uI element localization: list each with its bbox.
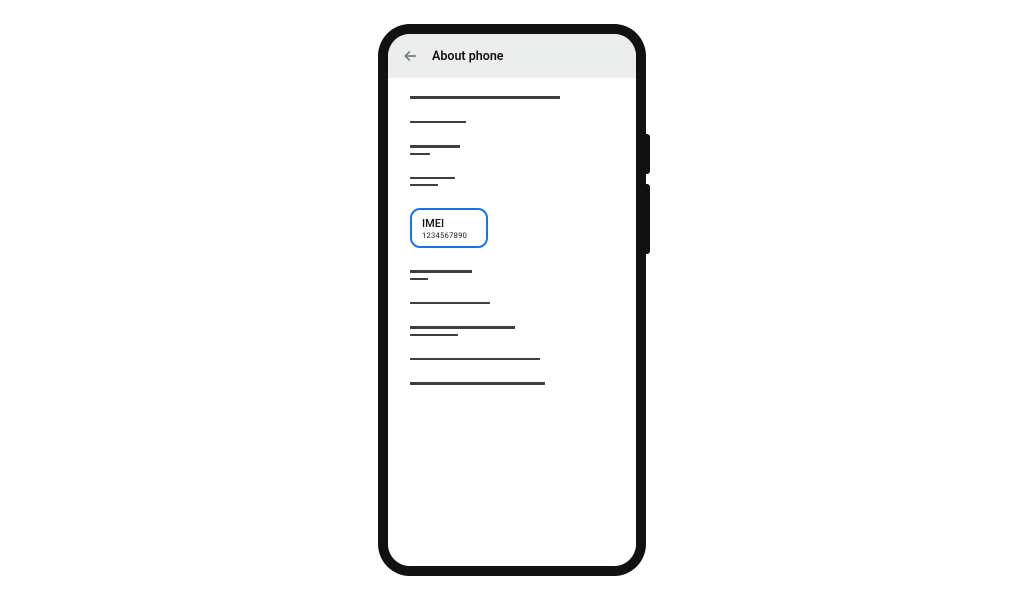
placeholder-line — [410, 121, 466, 124]
app-header: About phone — [388, 34, 636, 78]
list-item[interactable] — [410, 145, 614, 155]
placeholder-line — [410, 382, 545, 385]
placeholder-line — [410, 96, 560, 99]
imei-label: IMEI — [422, 217, 476, 230]
list-item[interactable] — [410, 302, 614, 305]
placeholder-line — [410, 358, 540, 361]
settings-content: IMEI 1234567890 — [388, 78, 636, 566]
list-item[interactable] — [410, 326, 614, 336]
list-item[interactable] — [410, 382, 614, 385]
imei-highlight-box[interactable]: IMEI 1234567890 — [410, 208, 488, 248]
placeholder-line — [410, 278, 428, 280]
list-item[interactable] — [410, 270, 614, 280]
placeholder-line — [410, 177, 455, 180]
phone-side-button-large — [646, 184, 650, 254]
placeholder-line — [410, 145, 460, 148]
imei-value: 1234567890 — [422, 231, 476, 240]
list-item[interactable] — [410, 358, 614, 361]
placeholder-line — [410, 153, 430, 155]
placeholder-line — [410, 270, 472, 273]
list-item[interactable] — [410, 177, 614, 187]
placeholder-line — [410, 302, 490, 305]
phone-side-button-small — [646, 134, 650, 174]
placeholder-line — [410, 184, 438, 186]
placeholder-line — [410, 326, 515, 329]
placeholder-line — [410, 334, 458, 336]
back-arrow-icon[interactable] — [402, 48, 418, 64]
phone-frame: About phone IMEI 1234567890 — [378, 24, 646, 576]
page-title: About phone — [432, 49, 504, 64]
list-item[interactable] — [410, 96, 614, 99]
list-item[interactable] — [410, 121, 614, 124]
phone-screen: About phone IMEI 1234567890 — [388, 34, 636, 566]
